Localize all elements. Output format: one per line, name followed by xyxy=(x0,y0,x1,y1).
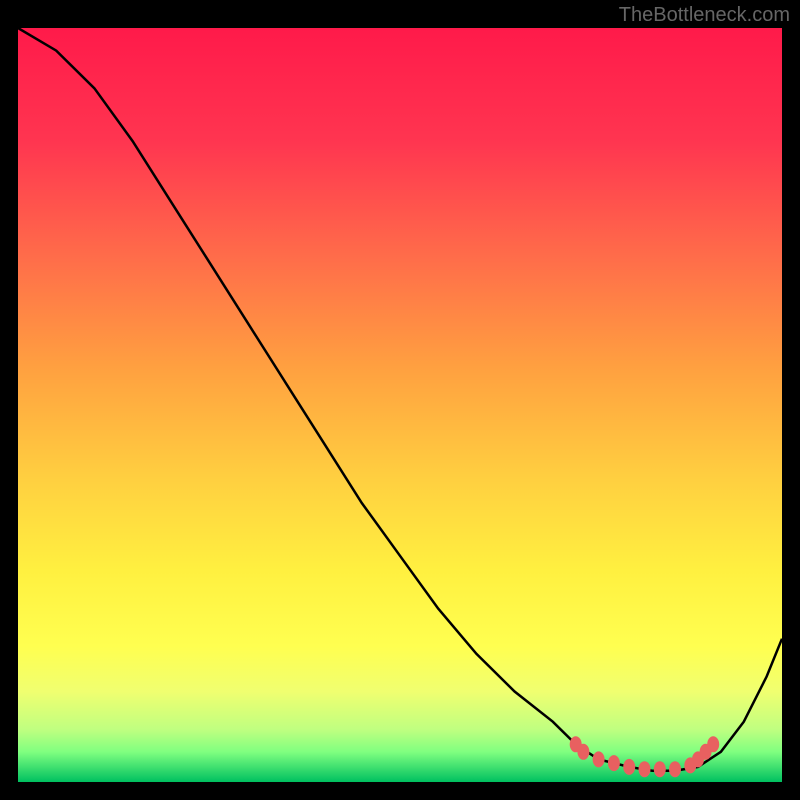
marker-dot xyxy=(608,755,620,771)
plot-area xyxy=(18,28,782,782)
curve-layer xyxy=(18,28,782,782)
marker-dot xyxy=(623,759,635,775)
watermark-text: TheBottleneck.com xyxy=(619,4,790,27)
marker-dot xyxy=(654,761,666,777)
bottleneck-curve xyxy=(18,28,782,771)
marker-dot xyxy=(593,751,605,767)
marker-dot xyxy=(577,744,589,760)
marker-dot xyxy=(639,761,651,777)
curve-markers xyxy=(570,736,720,777)
marker-dot xyxy=(707,736,719,752)
marker-dot xyxy=(669,761,681,777)
